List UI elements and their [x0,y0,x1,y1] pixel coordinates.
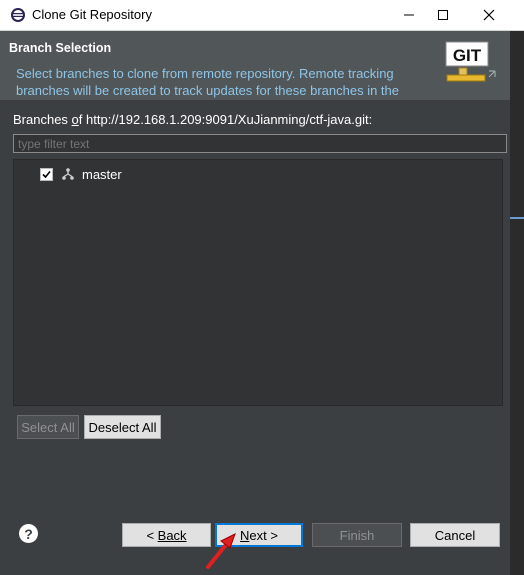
checkmark-icon [42,170,51,178]
branches-label: Branches of http://192.168.1.209:9091/Xu… [13,112,372,127]
title-bar: Clone Git Repository [0,0,524,31]
branch-tree[interactable]: master [13,159,503,406]
branch-icon [62,168,74,180]
wizard-body: Branches of http://192.168.1.209:9091/Xu… [0,100,510,508]
back-button[interactable]: < Back [122,523,211,547]
eclipse-icon [11,8,25,22]
maximize-button[interactable] [420,0,466,30]
back-button-prefix: < [146,527,155,543]
cancel-button[interactable]: Cancel [410,523,500,547]
page-title: Branch Selection [9,41,112,55]
maximize-icon [438,10,448,20]
branch-label: master [82,166,122,182]
branches-label-mnemonic: o [71,112,79,127]
git-logo-text: GIT [453,46,482,65]
annotation-arrow-icon [206,532,236,569]
close-icon [483,9,495,21]
master-checkbox[interactable] [40,167,53,181]
finish-button[interactable]: Finish [312,523,402,547]
background-strip [510,217,524,219]
minimize-icon [404,14,414,16]
help-icon[interactable]: ? [19,524,38,543]
tree-item-master[interactable]: master [40,165,122,183]
next-button-label: ext > [249,527,278,543]
background-window-edge [510,31,524,575]
filter-input[interactable] [13,134,507,153]
select-all-button[interactable]: Select All [17,415,79,439]
branches-label-prefix: Branches [13,112,72,127]
branches-label-rest: f http://192.168.1.209:9091/XuJianming/c… [78,112,373,127]
page-description: Select branches to clone from remote rep… [16,66,399,98]
wizard-footer: ? < Back Next > Finish Cancel [0,508,510,575]
git-logo-icon: GIT [445,41,496,82]
back-button-label: Back [157,527,187,543]
deselect-all-button[interactable]: Deselect All [84,415,161,439]
window-title: Clone Git Repository [32,7,152,22]
close-button[interactable] [466,0,512,30]
wizard-header: Branch Selection Select branches to clon… [0,31,510,100]
